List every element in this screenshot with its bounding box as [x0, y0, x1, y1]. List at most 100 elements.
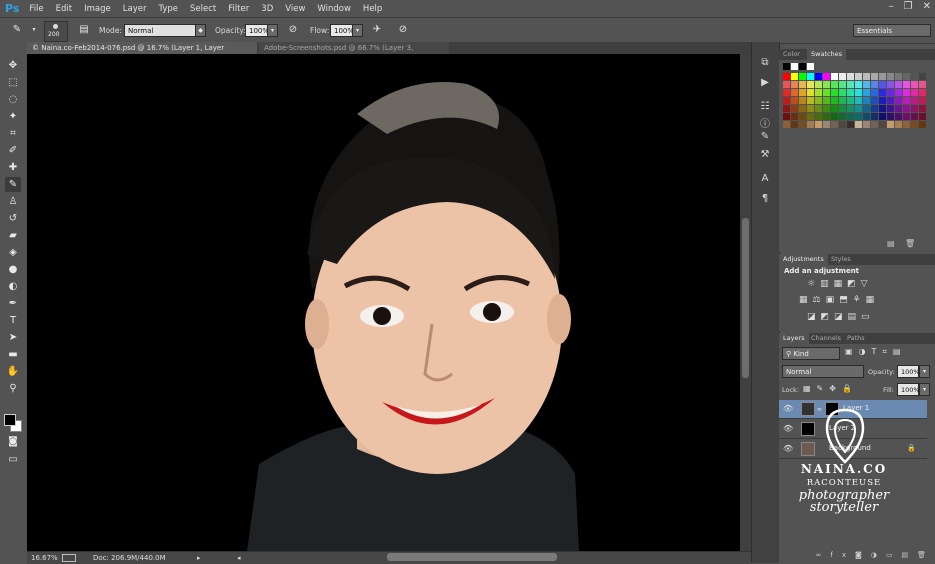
zoom-tool-icon[interactable]: ⚲ — [5, 381, 21, 396]
character-panel-icon[interactable]: A — [758, 172, 772, 186]
adjustment-icons-row-2[interactable]: ▦⚖▣⬒⚘▦ — [799, 295, 879, 305]
restore-button[interactable]: ❐ — [904, 1, 913, 12]
healing-brush-tool-icon[interactable]: ✚ — [5, 160, 21, 175]
quick-mask-icon[interactable]: ◙ — [5, 434, 21, 449]
adjustment-icons-row-1[interactable]: ☼▥▦◩▽ — [807, 279, 873, 289]
screen-mode-icon[interactable]: ▭ — [5, 452, 21, 467]
layer-opacity-input[interactable]: 100% — [897, 365, 920, 378]
shape-tool-icon[interactable]: ▬ — [5, 347, 21, 362]
hand-tool-icon[interactable]: ✋ — [5, 364, 21, 379]
new-swatch-icon[interactable]: ▤ — [887, 239, 895, 248]
mode-select[interactable]: Normal — [124, 24, 206, 37]
menu-type[interactable]: Type — [158, 4, 178, 14]
history-brush-tool-icon[interactable]: ↺ — [5, 211, 21, 226]
tab-paths[interactable]: Paths — [843, 333, 869, 344]
eyedropper-tool-icon[interactable]: ✐ — [5, 143, 21, 158]
tool-presets-icon[interactable]: ⚒ — [758, 148, 772, 162]
vertical-scroll-thumb[interactable] — [742, 218, 749, 378]
layer-filter-icons[interactable]: ▣◑T⌗▤ — [845, 347, 907, 357]
close-button[interactable]: ✕ — [923, 1, 931, 12]
status-menu-arrow-icon[interactable]: ▸ — [197, 552, 201, 564]
tab-adjustments[interactable]: Adjustments — [779, 254, 828, 265]
layer-opacity-label: Opacity: — [868, 368, 895, 376]
menu-image[interactable]: Image — [84, 4, 111, 14]
swatch — [783, 121, 790, 128]
move-tool-icon[interactable]: ✥ — [5, 58, 21, 73]
menu-3d[interactable]: 3D — [261, 4, 273, 14]
pen-tool-icon[interactable]: ✒ — [5, 296, 21, 311]
delete-swatch-icon[interactable]: 🗑 — [905, 239, 915, 248]
tab-layers[interactable]: Layers — [779, 333, 809, 344]
actions-panel-icon[interactable]: ▶ — [758, 76, 772, 90]
crop-tool-icon[interactable]: ⌗ — [5, 126, 21, 141]
history-panel-icon[interactable]: ⧉ — [758, 56, 772, 70]
layer-opacity-arrow-icon[interactable]: ▾ — [919, 365, 930, 378]
menu-window[interactable]: Window — [317, 4, 351, 14]
blend-mode-select[interactable]: Normal — [782, 365, 864, 378]
workspace-select[interactable]: Essentials — [853, 24, 931, 37]
paint-bucket-tool-icon[interactable]: ◈ — [5, 245, 21, 260]
fill-arrow-icon[interactable]: ▾ — [919, 383, 930, 396]
swatch — [887, 121, 894, 128]
tool-preset-dropdown-icon[interactable]: ▾ — [27, 23, 41, 37]
opacity-slider-arrow-icon[interactable]: ▾ — [267, 24, 278, 37]
pressure-opacity-icon[interactable]: ⊘ — [286, 23, 300, 37]
swatch — [831, 121, 838, 128]
tab-swatches[interactable]: Swatches — [807, 49, 847, 60]
eraser-tool-icon[interactable]: ▰ — [5, 228, 21, 243]
document-canvas[interactable] — [27, 54, 740, 551]
swatch-grid[interactable] — [783, 63, 928, 133]
horizontal-scroll-thumb[interactable] — [387, 553, 557, 561]
marquee-tool-icon[interactable]: ⬚ — [5, 75, 21, 90]
layer-kind-filter[interactable]: ⚲ Kind — [782, 347, 840, 360]
menu-filter[interactable]: Filter — [228, 4, 249, 14]
menu-file[interactable]: File — [29, 4, 43, 14]
fill-input[interactable]: 100% — [897, 383, 920, 396]
mode-dropdown-arrow-icon[interactable]: ◆ — [195, 24, 206, 37]
flow-slider-arrow-icon[interactable]: ▾ — [352, 24, 363, 37]
menu-layer[interactable]: Layer — [123, 4, 147, 14]
pressure-size-icon[interactable]: ⊘ — [396, 23, 410, 37]
export-icon[interactable] — [62, 554, 76, 562]
clone-stamp-tool-icon[interactable]: ♙ — [5, 194, 21, 209]
lock-icons[interactable]: ▦✎✥🔒 — [803, 384, 858, 393]
zoom-level[interactable]: 16.67% — [31, 552, 58, 564]
tab-styles[interactable]: Styles — [827, 254, 855, 265]
lasso-tool-icon[interactable]: ◌ — [5, 92, 21, 107]
blur-tool-icon[interactable]: ● — [5, 262, 21, 277]
foreground-color-swatch[interactable] — [4, 414, 16, 426]
right-ear — [547, 294, 571, 344]
paragraph-panel-icon[interactable]: ¶ — [758, 192, 772, 206]
tab-naina-psd[interactable]: © Naina.co-Feb2014-076.psd @ 16.7% (Laye… — [27, 42, 257, 64]
visibility-eye-icon[interactable]: 👁 — [783, 404, 793, 413]
visibility-eye-icon[interactable]: 👁 — [783, 444, 793, 453]
path-selection-tool-icon[interactable]: ➤ — [5, 330, 21, 345]
quick-selection-tool-icon[interactable]: ✦ — [5, 109, 21, 124]
opacity-input[interactable]: 100% — [245, 24, 269, 37]
menu-help[interactable]: Help — [363, 4, 382, 14]
dodge-tool-icon[interactable]: ◐ — [5, 279, 21, 294]
type-tool-icon[interactable]: T — [5, 313, 21, 328]
properties-panel-icon[interactable]: ☷ — [758, 100, 772, 114]
brush-panel-icon[interactable]: ▤ — [77, 23, 91, 37]
swatch — [807, 81, 814, 88]
swatch — [903, 89, 910, 96]
minimize-button[interactable]: – — [889, 1, 894, 12]
adjustment-icons-row-3[interactable]: ◪◩◪▤▭ — [807, 312, 875, 322]
brush-preset-picker[interactable]: 200 — [44, 21, 68, 42]
menu-select[interactable]: Select — [190, 4, 216, 14]
brush-tool-icon[interactable]: ✎ — [10, 23, 24, 37]
flow-input[interactable]: 100% — [330, 24, 354, 37]
link-icon[interactable]: ∞ — [817, 406, 822, 413]
visibility-eye-icon[interactable]: 👁 — [783, 424, 793, 433]
menu-edit[interactable]: Edit — [56, 4, 72, 14]
menu-view[interactable]: View — [285, 4, 305, 14]
brush-tool-icon[interactable]: ✎ — [5, 177, 21, 192]
layer-actions-bar[interactable]: ∞fx◙◑▭▤🗑 — [779, 551, 935, 563]
brush-panel-icon[interactable]: ✎ — [758, 130, 772, 144]
airbrush-icon[interactable]: ✈ — [370, 23, 384, 37]
tab-color[interactable]: Color — [779, 49, 804, 60]
tab-channels[interactable]: Channels — [807, 333, 845, 344]
tab-adobe-screenshots[interactable]: Adobe-Screenshots.psd @ 66.7% (Layer 3, … — [259, 42, 449, 64]
scroll-left-icon[interactable]: ◂ — [237, 552, 241, 564]
